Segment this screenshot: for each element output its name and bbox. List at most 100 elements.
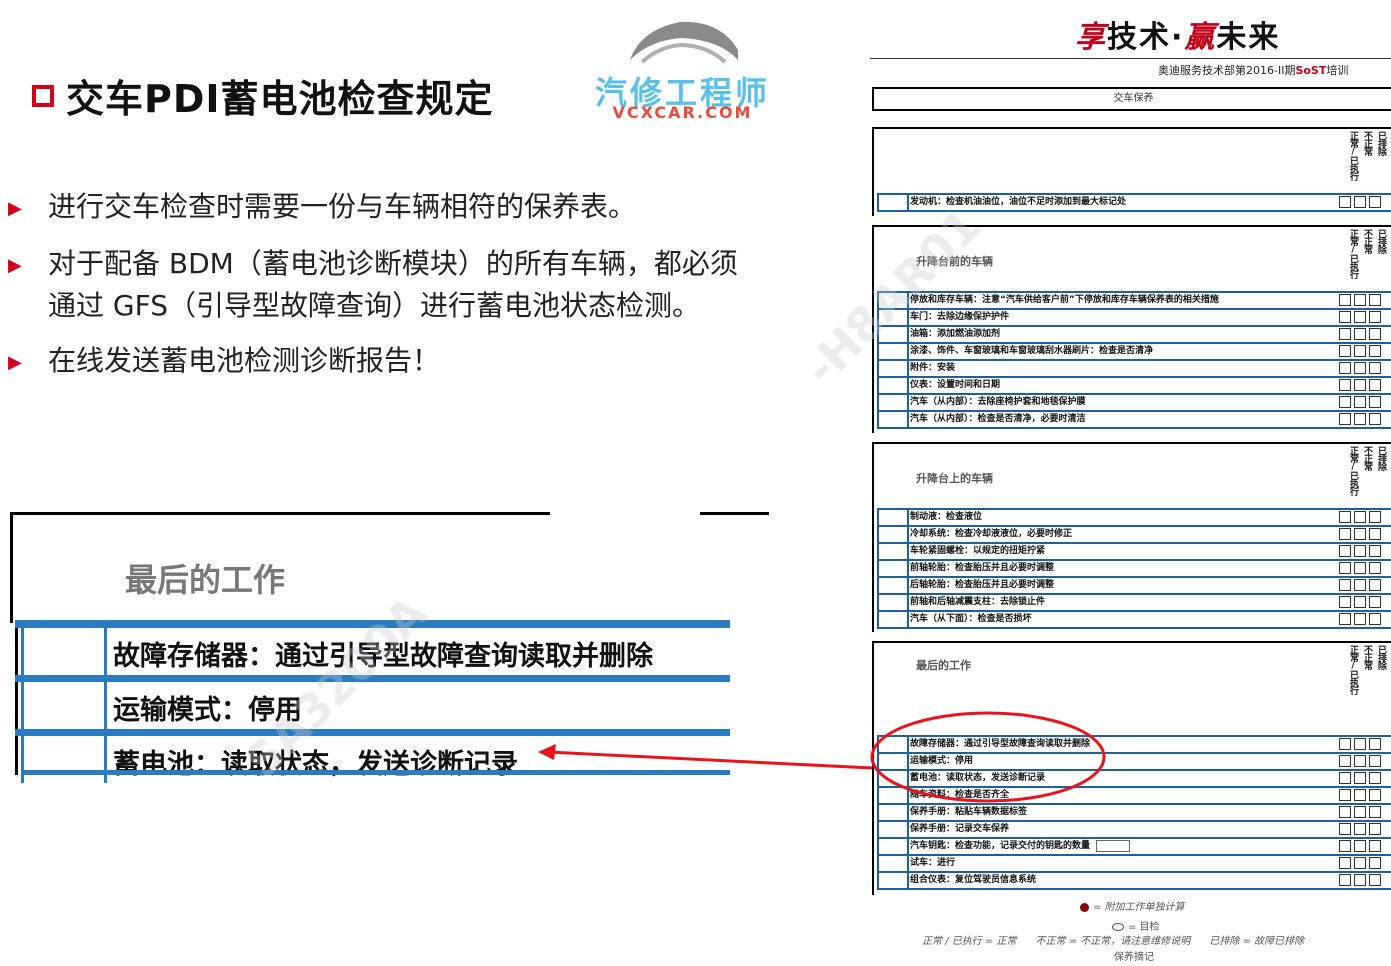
- column-header: 已排除: [1376, 645, 1386, 669]
- checkbox[interactable]: [1339, 613, 1351, 625]
- checkbox[interactable]: [1369, 823, 1381, 835]
- checkbox[interactable]: [1339, 379, 1351, 391]
- checkbox[interactable]: [1354, 857, 1366, 869]
- checkbox[interactable]: [1354, 613, 1366, 625]
- checkbox[interactable]: [1369, 613, 1381, 625]
- checkbox[interactable]: [1369, 413, 1381, 425]
- checkbox[interactable]: [1339, 772, 1351, 784]
- checkbox[interactable]: [1354, 528, 1366, 540]
- key-count-field[interactable]: [1096, 839, 1131, 852]
- triangle-bullet-icon: ▶: [8, 255, 22, 276]
- checkbox[interactable]: [1369, 545, 1381, 557]
- logo-url-text: VCXCAR.COM: [612, 103, 753, 122]
- slogan-char: 赢: [1184, 20, 1217, 55]
- checkbox[interactable]: [1339, 413, 1351, 425]
- checkbox[interactable]: [1369, 345, 1381, 357]
- checkbox[interactable]: [1339, 840, 1351, 852]
- section-title: 最后的工作: [916, 659, 971, 672]
- checkbox[interactable]: [1369, 328, 1381, 340]
- checkbox[interactable]: [1354, 789, 1366, 801]
- table-row: 车门：去除边缘保护护件: [877, 308, 1391, 325]
- square-bullet-icon: [32, 84, 54, 107]
- checkbox[interactable]: [1369, 379, 1381, 391]
- checkbox[interactable]: [1369, 840, 1381, 852]
- checkbox[interactable]: [1339, 328, 1351, 340]
- checkbox[interactable]: [1354, 379, 1366, 391]
- checkbox[interactable]: [1354, 596, 1366, 608]
- brand-slogan: 享技术·赢未来: [1075, 12, 1280, 56]
- checkbox[interactable]: [1339, 545, 1351, 557]
- table-row: 蓄电池：读取状态，发送诊断记录: [877, 769, 1391, 786]
- checkbox[interactable]: [1369, 294, 1381, 306]
- checkbox[interactable]: [1354, 562, 1366, 574]
- checkbox[interactable]: [1369, 362, 1381, 374]
- checkbox[interactable]: [1354, 294, 1366, 306]
- form-section-on-lift: 升降台上的车辆 正常/已执行 不正常 已排除 制动液：检查液位 冷却系统：检查冷…: [872, 442, 1391, 632]
- bullet-item: ▶ 在线发送蓄电池检测诊断报告！: [8, 340, 848, 384]
- column-header: 正常/已执行: [1348, 229, 1358, 278]
- checkbox[interactable]: [1354, 196, 1366, 208]
- checkbox[interactable]: [1369, 772, 1381, 784]
- checkbox[interactable]: [1354, 362, 1366, 374]
- checkbox[interactable]: [1339, 396, 1351, 408]
- checkbox[interactable]: [1339, 874, 1351, 886]
- checkbox[interactable]: [1354, 806, 1366, 818]
- checkbox[interactable]: [1354, 738, 1366, 750]
- checkbox[interactable]: [1369, 755, 1381, 767]
- checkbox[interactable]: [1339, 562, 1351, 574]
- column-header: 不正常: [1362, 229, 1372, 253]
- form-rows: 制动液：检查液位 冷却系统：检查冷却液液位，必要时修正 车轮紧固螺栓：以规定的扭…: [877, 508, 1391, 629]
- checkbox[interactable]: [1339, 311, 1351, 323]
- checkbox[interactable]: [1369, 738, 1381, 750]
- checkbox[interactable]: [1369, 311, 1381, 323]
- checkbox[interactable]: [1369, 806, 1381, 818]
- checkbox[interactable]: [1339, 738, 1351, 750]
- checkbox[interactable]: [1354, 840, 1366, 852]
- checkbox[interactable]: [1339, 789, 1351, 801]
- checkbox[interactable]: [1354, 311, 1366, 323]
- slogan-text: 未来: [1216, 20, 1281, 55]
- checkbox[interactable]: [1354, 545, 1366, 557]
- table-row: 油箱：添加燃油添加剂: [877, 325, 1391, 342]
- checkbox[interactable]: [1339, 596, 1351, 608]
- checkbox[interactable]: [1354, 579, 1366, 591]
- checkbox[interactable]: [1369, 874, 1381, 886]
- table-row: 冷却系统：检查冷却液液位，必要时修正: [877, 525, 1391, 542]
- checkbox[interactable]: [1369, 857, 1381, 869]
- checkbox[interactable]: [1339, 857, 1351, 869]
- checkbox[interactable]: [1339, 806, 1351, 818]
- checkbox[interactable]: [1339, 362, 1351, 374]
- checkbox[interactable]: [1339, 294, 1351, 306]
- checkbox[interactable]: [1369, 789, 1381, 801]
- checkbox[interactable]: [1354, 511, 1366, 523]
- eye-icon: [1112, 923, 1124, 931]
- checkbox[interactable]: [1369, 396, 1381, 408]
- checkbox[interactable]: [1339, 823, 1351, 835]
- bullet-item: ▶ 对于配备 BDM（蓄电池诊断模块）的所有车辆，都必须 通过 GFS（引导型故…: [8, 243, 848, 327]
- checkbox[interactable]: [1369, 562, 1381, 574]
- checkbox[interactable]: [1354, 328, 1366, 340]
- checkbox[interactable]: [1339, 196, 1351, 208]
- checkbox[interactable]: [1339, 511, 1351, 523]
- form-header: 交车保养: [872, 87, 1391, 111]
- checkbox[interactable]: [1369, 579, 1381, 591]
- checkbox[interactable]: [1369, 528, 1381, 540]
- checkbox[interactable]: [1339, 528, 1351, 540]
- checkbox[interactable]: [1339, 755, 1351, 767]
- row-text: 蓄电池：读取状态，发送诊断记录: [113, 749, 518, 780]
- checkbox[interactable]: [1354, 396, 1366, 408]
- checkbox[interactable]: [1354, 755, 1366, 767]
- checkbox[interactable]: [1369, 596, 1381, 608]
- checkbox[interactable]: [1354, 413, 1366, 425]
- legend-status: 正常 / 已执行 = 正常 不正常 = 不正常，请注意维修说明 已排除 = 故障…: [922, 936, 1305, 947]
- checkbox[interactable]: [1339, 579, 1351, 591]
- checkbox[interactable]: [1354, 823, 1366, 835]
- checkbox[interactable]: [1354, 772, 1366, 784]
- checkbox[interactable]: [1369, 511, 1381, 523]
- checkbox[interactable]: [1354, 874, 1366, 886]
- slogan-text: 技术·: [1107, 20, 1185, 55]
- site-logo: 汽修工程师 VCXCAR.COM: [580, 10, 785, 122]
- checkbox[interactable]: [1339, 345, 1351, 357]
- checkbox[interactable]: [1354, 345, 1366, 357]
- checkbox[interactable]: [1369, 196, 1381, 208]
